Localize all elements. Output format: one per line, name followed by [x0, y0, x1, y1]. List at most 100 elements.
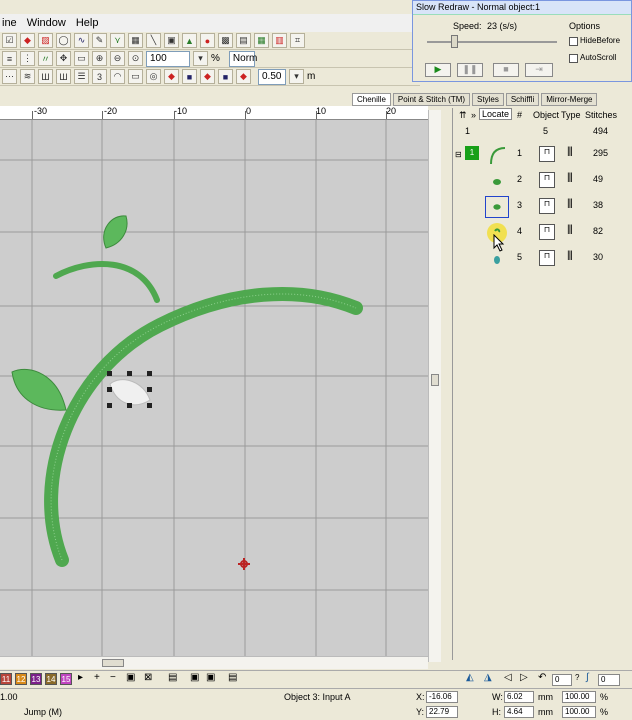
join-node-icon[interactable]: ■	[218, 69, 233, 84]
step-dropdown-icon[interactable]: ▾	[289, 69, 304, 84]
object-row[interactable]: 4 ⊓ ||| 82	[453, 220, 632, 244]
zigzag-tool-icon[interactable]: ≋	[20, 69, 35, 84]
hoop-tool-icon[interactable]: ▩	[218, 33, 233, 48]
palette-tool-icon[interactable]: ▥	[272, 33, 287, 48]
zoom-in-icon[interactable]: ⊕	[92, 51, 107, 66]
pen-tool-icon[interactable]: ✎	[92, 33, 107, 48]
y-value[interactable]: 22.79	[426, 706, 458, 718]
upper-stem[interactable]	[53, 261, 160, 303]
menu-item-file[interactable]: ine	[2, 17, 17, 29]
step-input[interactable]: 0.50	[258, 68, 286, 85]
feather-tool-icon[interactable]: ◆	[20, 33, 35, 48]
grid-tool-icon[interactable]: ▦	[128, 33, 143, 48]
locate-button[interactable]: Locate	[479, 108, 513, 120]
pause-button[interactable]: ❚❚	[457, 63, 483, 77]
print-icon[interactable]: ▣	[190, 672, 199, 683]
mirror-view-icon[interactable]: ◮	[484, 672, 492, 683]
slant-input[interactable]: 0	[598, 674, 620, 686]
hide-before-checkbox[interactable]	[569, 37, 578, 46]
speed-slider-track[interactable]	[427, 41, 557, 43]
square-node-icon[interactable]: ■	[182, 69, 197, 84]
node-tool-icon[interactable]: ◆	[164, 69, 179, 84]
menu-item-help[interactable]: Help	[76, 17, 99, 29]
outline-tool-icon[interactable]: ◯	[56, 33, 71, 48]
rotate-left-icon[interactable]: ◁	[504, 672, 512, 683]
3d-tool-icon[interactable]: 3	[92, 69, 107, 84]
w-value[interactable]: 6.02	[504, 691, 534, 703]
view-mode-select[interactable]: Norm	[228, 50, 257, 67]
fill-column-icon[interactable]: Ш	[56, 69, 71, 84]
menu-item-window[interactable]: Window	[27, 17, 66, 29]
zoom-fit-icon[interactable]: ⊙	[128, 51, 143, 66]
color-picker-icon[interactable]: ▣	[126, 672, 135, 683]
stop-button[interactable]: ■	[493, 63, 519, 77]
expand-icon[interactable]: »	[471, 110, 476, 120]
object-row[interactable]: 2 ⊓ ||| 49	[453, 168, 632, 192]
satin-column-icon[interactable]: Ш	[38, 69, 53, 84]
main-stem[interactable]	[44, 286, 363, 567]
color-swatch[interactable]: 12	[15, 673, 27, 685]
undo-rotate-icon[interactable]: ↶	[538, 672, 546, 683]
skip-button[interactable]: ⇥	[525, 63, 553, 77]
color-scroll-icon[interactable]: ▸	[78, 672, 83, 683]
list-icon[interactable]: ▤	[168, 672, 177, 683]
add-color-icon[interactable]: +	[94, 672, 100, 683]
fill-tool-icon[interactable]: ▨	[38, 33, 53, 48]
h-value[interactable]: 4.64	[504, 706, 534, 718]
color-swatch[interactable]: 14	[45, 673, 57, 685]
color-tool-icon[interactable]: ●	[200, 33, 215, 48]
speed-slider-thumb[interactable]	[451, 35, 458, 48]
zoom-dropdown-icon[interactable]: ▾	[193, 51, 208, 66]
satin-tool-icon[interactable]: 〃	[38, 51, 53, 66]
horizontal-scroll-thumb[interactable]	[102, 659, 124, 667]
rotate-right-icon[interactable]: ▷	[520, 672, 528, 683]
color-swatch[interactable]: 11	[0, 673, 12, 685]
selected-leaf[interactable]	[109, 379, 151, 406]
zoom-input[interactable]: 100	[146, 50, 190, 67]
notes-icon[interactable]: ▤	[228, 672, 237, 683]
color-swatch[interactable]: 15	[60, 673, 72, 685]
object-row-selected[interactable]: 3 ⊓ ||| 38	[453, 194, 632, 218]
applique-tool-icon[interactable]: ◠	[110, 69, 125, 84]
tab-point-stitch[interactable]: Point & Stitch (TM)	[392, 93, 471, 106]
select-grid-icon[interactable]: ▦	[254, 33, 269, 48]
help-icon[interactable]: ?	[575, 673, 579, 682]
select-tool-icon[interactable]: ▭	[74, 51, 89, 66]
align-tool-icon[interactable]: ≡	[2, 51, 17, 66]
horizontal-scrollbar[interactable]	[0, 656, 428, 669]
tab-mirror-merge[interactable]: Mirror-Merge	[541, 93, 598, 106]
remove-color-icon[interactable]: −	[110, 672, 116, 683]
zoom-out-icon[interactable]: ⊖	[110, 51, 125, 66]
image-tool-icon[interactable]: ▲	[182, 33, 197, 48]
top-leaf[interactable]	[103, 215, 128, 249]
palette-icon[interactable]: ⊠	[144, 672, 152, 683]
color-swatch[interactable]: 13	[30, 673, 42, 685]
break-node-icon[interactable]: ◆	[200, 69, 215, 84]
vertical-scrollbar[interactable]	[428, 110, 441, 662]
frame-tool-icon[interactable]: ▣	[164, 33, 179, 48]
x-value[interactable]: -16.06	[426, 691, 458, 703]
play-button[interactable]: ▶	[425, 63, 451, 77]
w-percent[interactable]: 100.00	[562, 691, 596, 703]
checkbox-tool-icon[interactable]: ☑	[2, 33, 17, 48]
slant-icon[interactable]: ∫	[586, 672, 589, 683]
stitch-tool-icon[interactable]: ⋮	[20, 51, 35, 66]
auto-scroll-checkbox[interactable]	[569, 54, 578, 63]
crop-tool-icon[interactable]: ⌗	[290, 33, 305, 48]
collapse-icon[interactable]: ⇈	[459, 110, 467, 121]
h-percent[interactable]: 100.00	[562, 706, 596, 718]
object-row[interactable]: 1 ⊓ ||| 295	[453, 142, 632, 166]
monogram-tool-icon[interactable]: ◎	[146, 69, 161, 84]
text-tool-icon[interactable]: ▭	[128, 69, 143, 84]
save-icon[interactable]: ▣	[206, 672, 215, 683]
tab-schiffli[interactable]: Schiffli	[505, 93, 540, 106]
layout-tool-icon[interactable]: ▤	[236, 33, 251, 48]
tab-chenille[interactable]: Chenille	[352, 93, 391, 106]
stitch-view-icon[interactable]: ◭	[466, 672, 474, 683]
vertical-scroll-thumb[interactable]	[431, 374, 439, 386]
design-canvas[interactable]	[0, 120, 428, 656]
curve-node-icon[interactable]: ◆	[236, 69, 251, 84]
rotate-angle-input[interactable]: 0	[552, 674, 572, 686]
object-row[interactable]: 5 ⊓ ||| 30	[453, 246, 632, 270]
needle-tool-icon[interactable]: ╲	[146, 33, 161, 48]
